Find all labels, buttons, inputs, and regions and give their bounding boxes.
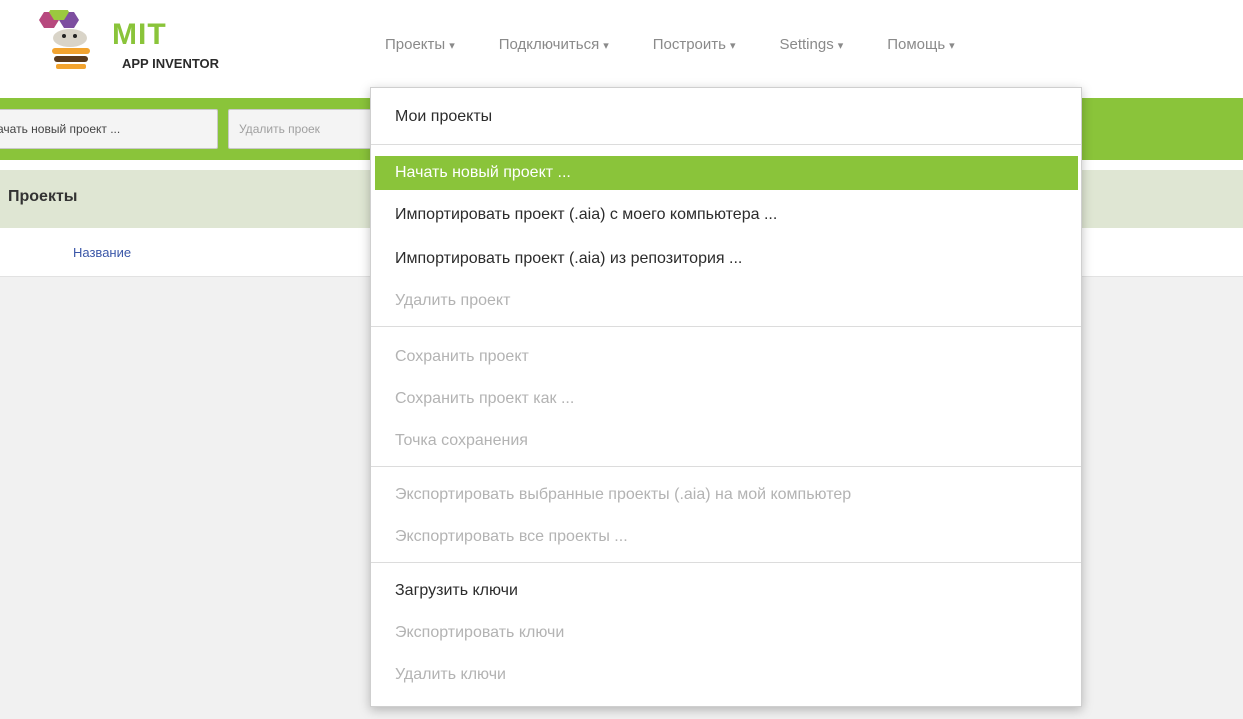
chevron-down-icon: ▾ [837, 40, 844, 52]
menu-item-import-from-computer[interactable]: Импортировать проект (.aia) с моего комп… [371, 198, 1081, 232]
delete-project-button[interactable]: Удалить проек [228, 109, 380, 149]
menu-item-import-from-repository[interactable]: Импортировать проект (.aia) из репозитор… [371, 242, 1081, 276]
menu-item-export-selected-projects: Экспортировать выбранные проекты (.aia) … [395, 486, 852, 503]
menu-item-delete-project: Удалить проект [395, 292, 511, 309]
menu-item-start-new-project[interactable]: Начать новый проект ... [375, 156, 1078, 190]
nav-build-label: Построить [652, 36, 726, 53]
main-nav: Проекты ▾ Подключиться ▾ Построить ▾ Settin… [385, 36, 999, 56]
start-new-project-button[interactable]: ачать новый проект ... [0, 109, 218, 149]
menu-divider [371, 144, 1081, 145]
menu-divider [371, 326, 1081, 327]
projects-panel-title: Проекты [8, 188, 78, 205]
chevron-down-icon: ▾ [449, 40, 455, 52]
nav-settings-label: Settings [779, 36, 834, 53]
chevron-down-icon: ▾ [729, 40, 736, 52]
nav-build[interactable]: Построить ▾ [653, 36, 736, 56]
menu-item-save-project: Сохранить проект [395, 348, 529, 365]
chevron-down-icon: ▾ [949, 40, 955, 52]
nav-connect[interactable]: Подключиться ▾ [499, 36, 609, 56]
menu-item-delete-keystore: Удалить ключи [395, 666, 506, 683]
column-name-header[interactable]: Название [73, 245, 131, 260]
menu-item-import-keystore[interactable]: Загрузить ключи [371, 574, 1081, 608]
menu-item-export-all-projects: Экспортировать все проекты ... [395, 528, 628, 545]
top-header: MIT APP INVENTOR Проекты ▾ Подключиться ▾ … [0, 0, 1243, 88]
menu-item-checkpoint: Точка сохранения [395, 432, 528, 449]
menu-item-save-project-as: Сохранить проект как ... [395, 390, 575, 407]
nav-help[interactable]: Помощь ▾ [887, 36, 954, 56]
menu-item-my-projects[interactable]: Мои проекты [371, 100, 1081, 134]
menu-item-export-keystore: Экспортировать ключи [395, 624, 565, 641]
chevron-down-icon: ▾ [603, 40, 609, 52]
logo-mit-text: MIT [112, 18, 167, 51]
nav-settings[interactable]: Settings ▾ [780, 36, 844, 56]
projects-dropdown-menu: Мои проекты Начать новый проект ... Импо… [370, 87, 1082, 707]
bee-logo-icon [39, 10, 90, 69]
menu-divider [371, 466, 1081, 467]
app-inventor-logo[interactable]: MIT APP INVENTOR [30, 10, 230, 71]
nav-connect-label: Подключиться [498, 36, 600, 53]
nav-projects-label: Проекты [385, 36, 446, 53]
logo-subtitle: APP INVENTOR [122, 56, 220, 71]
nav-help-label: Помощь [887, 36, 946, 53]
nav-projects[interactable]: Проекты ▾ [385, 36, 455, 56]
menu-divider [371, 562, 1081, 563]
